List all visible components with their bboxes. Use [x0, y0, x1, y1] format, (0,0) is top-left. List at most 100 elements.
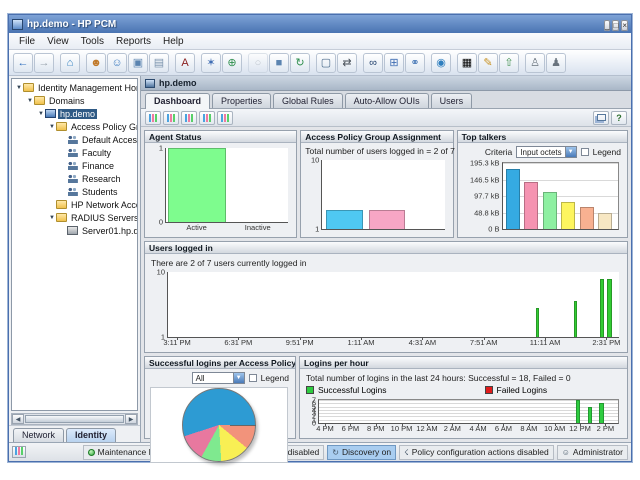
document-icon[interactable]: ▤: [149, 53, 169, 73]
chart-bar: [326, 210, 363, 229]
user-icon[interactable]: ☺: [107, 53, 127, 73]
group-filter-value: All: [193, 374, 233, 383]
logins-pie-wrap: [150, 387, 288, 463]
top-talkers-chart: 195.3 kB146.5 kB97.7 kB48.8 kB0 B: [502, 162, 619, 230]
user-add-icon[interactable]: ♙: [525, 53, 545, 73]
web-icon[interactable]: ◉: [431, 53, 451, 73]
tree-item-label: Access Policy Groups: [69, 122, 137, 132]
app-icon: [12, 19, 23, 30]
maximize-button[interactable]: □: [612, 20, 619, 31]
tree-item-hp-demo[interactable]: ▼hp.demo: [12, 107, 137, 120]
successful-logins-panel: Successful logins per Access Policy Grou…: [144, 356, 296, 439]
tab-network[interactable]: Network: [13, 428, 64, 442]
tree-item-access-policy-groups[interactable]: ▼ Access Policy Groups: [12, 120, 137, 133]
help-icon[interactable]: ?: [611, 111, 627, 125]
user-group-icon[interactable]: ☻: [86, 53, 106, 73]
content-header: hp.demo: [141, 76, 631, 91]
folder-icon: [34, 96, 45, 105]
menu-file[interactable]: File: [13, 35, 41, 48]
chevron-down-icon: ▼: [233, 373, 244, 383]
search-icon[interactable]: ○: [248, 53, 268, 73]
apga-chart: 101: [321, 160, 444, 230]
policy-icon: ☇: [404, 448, 409, 457]
tree-item-radius-servers[interactable]: ▼RADIUS Servers: [12, 211, 137, 224]
expander-icon[interactable]: ▼: [48, 124, 56, 130]
dashboard-refresh-icon[interactable]: [145, 111, 161, 125]
globe-check-icon[interactable]: ⊕: [222, 53, 242, 73]
legend-checkbox[interactable]: [249, 374, 257, 382]
scroll-thumb[interactable]: [25, 415, 124, 423]
folder-icon: [56, 200, 67, 209]
tree-item-domains[interactable]: ▼Domains: [12, 94, 137, 107]
menu-view[interactable]: View: [41, 35, 75, 48]
status-app-icon[interactable]: [12, 446, 26, 458]
policy-config-status[interactable]: ☇Policy configuration actions disabled: [399, 445, 554, 460]
font-tool-icon[interactable]: A: [175, 53, 195, 73]
menu-tools[interactable]: Tools: [75, 35, 110, 48]
close-button[interactable]: ×: [621, 20, 628, 31]
menu-bar: FileViewToolsReportsHelp: [9, 33, 631, 50]
group-filter-select[interactable]: All ▼: [192, 372, 245, 384]
forward-icon[interactable]: →: [34, 53, 54, 73]
home-icon[interactable]: ⌂: [60, 53, 80, 73]
layout-icon[interactable]: [593, 111, 609, 125]
user-session[interactable]: ☺Administrator: [557, 445, 628, 460]
chart-bar: [536, 308, 540, 337]
legend-label: Legend: [261, 373, 289, 383]
users-logged-in-panel: Users logged in There are 2 of 7 users c…: [144, 241, 628, 353]
tree-item-research[interactable]: Research: [12, 172, 137, 185]
tab-dashboard[interactable]: Dashboard: [145, 93, 210, 109]
chart-users-icon[interactable]: [163, 111, 179, 125]
tab-global-rules[interactable]: Global Rules: [273, 93, 343, 108]
find-nodes-icon[interactable]: ∞: [363, 53, 383, 73]
sitemap-icon[interactable]: ⊞: [384, 53, 404, 73]
person-icon: ☺: [562, 448, 570, 457]
tab-identity[interactable]: Identity: [66, 428, 116, 442]
expander-icon[interactable]: ▼: [48, 215, 56, 221]
audit-icon[interactable]: ▦: [457, 53, 477, 73]
expander-icon[interactable]: ▼: [37, 111, 45, 117]
panel-switch-tabs: NetworkIdentity: [9, 425, 140, 442]
menu-help[interactable]: Help: [157, 35, 190, 48]
export-icon[interactable]: ⇧: [499, 53, 519, 73]
expander-icon[interactable]: ▼: [15, 85, 23, 91]
chart-bar: [561, 202, 575, 229]
tree-item-identity-management-home[interactable]: ▼Identity Management Home: [12, 81, 137, 94]
title-bar[interactable]: hp.demo - HP PCM _□×: [9, 15, 631, 33]
scroll-right-icon[interactable]: ▶: [125, 414, 137, 424]
tree-item-students[interactable]: Students: [12, 185, 137, 198]
scroll-left-icon[interactable]: ◀: [12, 414, 24, 424]
tree-horizontal-scrollbar[interactable]: ◀ ▶: [11, 413, 138, 425]
minimize-button[interactable]: _: [604, 20, 610, 31]
tab-auto-allow-ouis[interactable]: Auto-Allow OUIs: [345, 93, 429, 108]
tree-item-label: Finance: [80, 161, 116, 171]
criteria-label: Criteria: [485, 147, 512, 157]
chart-export-icon[interactable]: [199, 111, 215, 125]
chart-groups-icon[interactable]: [181, 111, 197, 125]
tab-properties[interactable]: Properties: [212, 93, 271, 108]
link-nodes-icon[interactable]: ⚭: [405, 53, 425, 73]
tree-item-server01-hp-demo-192-1[interactable]: Server01.hp.demo(192.1: [12, 224, 137, 237]
copy-page-icon[interactable]: ▣: [128, 53, 148, 73]
tree-item-default-access-policy-gr[interactable]: Default Access Policy Gr: [12, 133, 137, 146]
tree-item-faculty[interactable]: Faculty: [12, 146, 137, 159]
snapshot-icon[interactable]: ▢: [316, 53, 336, 73]
discovery-status[interactable]: ↻Discovery on: [327, 445, 396, 460]
refresh-icon[interactable]: ↻: [290, 53, 310, 73]
content-panel: hp.demo DashboardPropertiesGlobal RulesA…: [141, 76, 631, 442]
menu-reports[interactable]: Reports: [110, 35, 157, 48]
criteria-select[interactable]: Input octets ▼: [516, 146, 576, 158]
note-icon[interactable]: ✎: [478, 53, 498, 73]
stop-icon[interactable]: ■: [269, 53, 289, 73]
back-icon[interactable]: ←: [13, 53, 33, 73]
expander-icon[interactable]: ▼: [26, 98, 34, 104]
user-remove-icon[interactable]: ♟: [546, 53, 566, 73]
tab-users[interactable]: Users: [431, 93, 473, 108]
preferences-icon[interactable]: ✶: [201, 53, 221, 73]
tree-item-finance[interactable]: Finance: [12, 159, 137, 172]
chart-settings-icon[interactable]: [217, 111, 233, 125]
connector-icon[interactable]: ⇄: [337, 53, 357, 73]
legend-checkbox[interactable]: [581, 148, 589, 156]
dashboard-toolbar: ?: [141, 109, 631, 127]
tree-item-hp-network-access-control[interactable]: HP Network Access Control: [12, 198, 137, 211]
